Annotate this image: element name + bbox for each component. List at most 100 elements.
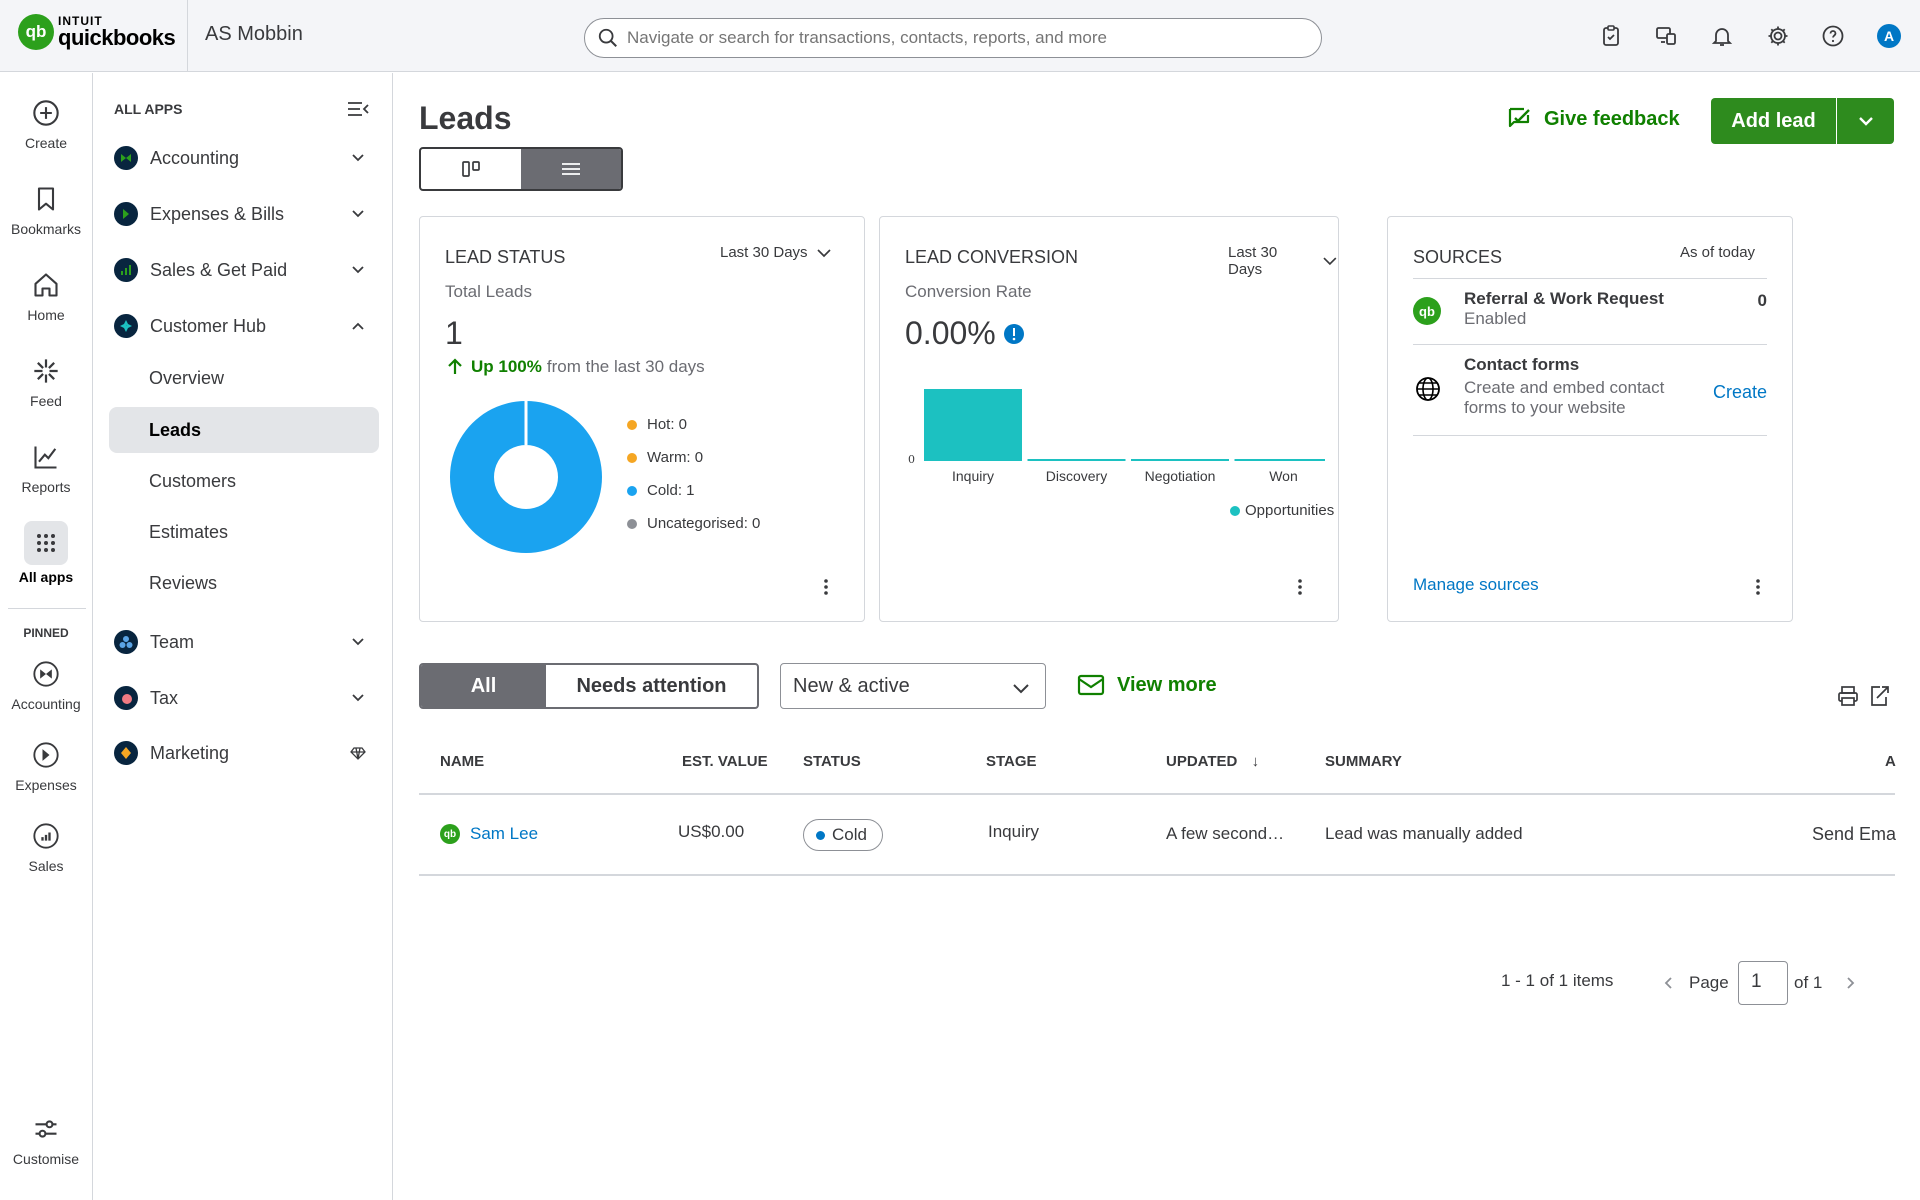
lead-conversion-range-dropdown[interactable]: Last 30 Days bbox=[1228, 244, 1338, 278]
lead-status-range-label: Last 30 Days bbox=[720, 244, 808, 261]
global-search[interactable] bbox=[584, 18, 1322, 58]
give-feedback-label: Give feedback bbox=[1544, 107, 1680, 130]
icon-rail: Create Bookmarks Home Feed Reports All a… bbox=[0, 73, 93, 1200]
rail-bookmarks[interactable]: Bookmarks bbox=[0, 183, 92, 237]
nav-app-customer-hub[interactable]: Customer Hub bbox=[114, 306, 374, 346]
search-input[interactable] bbox=[627, 28, 1267, 48]
list-icon bbox=[562, 163, 580, 175]
nav-sub-customers[interactable]: Customers bbox=[109, 458, 379, 504]
manage-sources-link[interactable]: Manage sources bbox=[1413, 575, 1539, 595]
rail-pinned-expenses[interactable]: Expenses bbox=[0, 739, 92, 793]
apps-switch-icon[interactable] bbox=[1652, 22, 1680, 50]
all-apps-heading: ALL APPS bbox=[114, 101, 183, 117]
clipboard-icon[interactable] bbox=[1597, 22, 1625, 50]
y-axis-tick-zero: 0 bbox=[908, 453, 915, 466]
rail-customise[interactable]: Customise bbox=[0, 1113, 92, 1167]
chevron-right-icon[interactable] bbox=[1843, 976, 1857, 990]
nav-app-accounting[interactable]: Accounting bbox=[114, 138, 374, 178]
chevron-down-icon bbox=[352, 154, 364, 162]
status-filter-select[interactable]: New & active bbox=[780, 663, 1046, 709]
bell-icon[interactable] bbox=[1708, 22, 1736, 50]
qb-logo-icon: qb bbox=[1413, 297, 1441, 325]
logo-product-text: quickbooks bbox=[58, 25, 176, 50]
lead-status-range-dropdown[interactable]: Last 30 Days bbox=[720, 244, 832, 261]
bar-negotiation[interactable] bbox=[1131, 459, 1229, 461]
column-header-name[interactable]: NAME bbox=[440, 753, 484, 770]
rail-home[interactable]: Home bbox=[0, 269, 92, 323]
nav-app-label: Accounting bbox=[150, 147, 240, 168]
export-icon[interactable] bbox=[1868, 685, 1890, 707]
tab-all[interactable]: All bbox=[421, 665, 546, 707]
kanban-view-button[interactable] bbox=[421, 149, 521, 189]
nav-sub-overview[interactable]: Overview bbox=[109, 355, 379, 401]
more-options-icon[interactable] bbox=[823, 578, 829, 596]
view-toggle bbox=[419, 147, 623, 191]
tab-needs-attention[interactable]: Needs attention bbox=[546, 665, 757, 707]
column-header-updated[interactable]: UPDATED ↓ bbox=[1166, 753, 1259, 770]
chevron-down-icon bbox=[352, 694, 364, 702]
send-email-link[interactable]: Send Ema bbox=[1812, 824, 1896, 845]
give-feedback-link[interactable]: Give feedback bbox=[1506, 105, 1680, 133]
home-icon bbox=[34, 273, 58, 297]
total-leads-value: 1 bbox=[445, 315, 463, 351]
chevron-up-icon bbox=[352, 322, 364, 330]
page-number-input[interactable]: 1 bbox=[1738, 961, 1788, 1005]
nav-sub-estimates[interactable]: Estimates bbox=[109, 509, 379, 555]
add-lead-button[interactable]: Add lead bbox=[1711, 98, 1837, 144]
add-lead-menu-button[interactable] bbox=[1837, 98, 1894, 144]
bar-won[interactable] bbox=[1234, 459, 1326, 461]
qb-logo-icon: qb bbox=[18, 14, 54, 50]
collapse-panel-icon[interactable] bbox=[347, 100, 369, 118]
list-view-button[interactable] bbox=[521, 149, 621, 189]
print-icon[interactable] bbox=[1837, 685, 1859, 707]
rail-bookmarks-label: Bookmarks bbox=[10, 221, 82, 237]
nav-app-label: Team bbox=[150, 631, 195, 652]
more-options-icon[interactable] bbox=[1755, 578, 1761, 596]
legend-uncategorised-label: Uncategorised: 0 bbox=[647, 515, 761, 532]
rail-feed[interactable]: Feed bbox=[0, 355, 92, 409]
more-options-icon[interactable] bbox=[1297, 578, 1303, 596]
accounting-icon bbox=[33, 661, 59, 687]
info-icon[interactable] bbox=[1003, 323, 1024, 344]
nav-app-label: Marketing bbox=[150, 742, 230, 763]
source-row-referral: qb Referral & Work Request Enabled 0 bbox=[1413, 278, 1767, 344]
legend-dot bbox=[627, 518, 637, 529]
page-total: of 1 bbox=[1794, 973, 1823, 992]
rail-all-apps[interactable]: All apps bbox=[0, 521, 92, 585]
gear-icon[interactable] bbox=[1764, 22, 1792, 50]
lead-name-cell: qb Sam Lee bbox=[440, 824, 538, 844]
rail-pinned-accounting[interactable]: Accounting bbox=[0, 658, 92, 712]
column-header-stage[interactable]: STAGE bbox=[986, 753, 1037, 770]
company-name[interactable]: AS Mobbin bbox=[205, 23, 303, 46]
column-header-summary[interactable]: SUMMARY bbox=[1325, 753, 1402, 770]
bar-discovery[interactable] bbox=[1027, 459, 1126, 461]
column-header-est-value[interactable]: EST. VALUE bbox=[682, 753, 768, 770]
conversion-rate-value: 0.00% bbox=[905, 315, 996, 351]
qb-logo-icon: qb bbox=[440, 824, 460, 844]
create-contact-form-link[interactable]: Create bbox=[1713, 382, 1767, 403]
rail-reports[interactable]: Reports bbox=[0, 441, 92, 495]
column-header-actions[interactable]: A bbox=[1885, 753, 1896, 770]
tax-app-icon bbox=[114, 686, 138, 710]
nav-sub-reviews[interactable]: Reviews bbox=[109, 560, 379, 606]
legend-dot bbox=[627, 419, 637, 430]
nav-app-expenses-bills[interactable]: Expenses & Bills bbox=[114, 194, 374, 234]
rail-create[interactable]: Create bbox=[0, 97, 92, 151]
column-header-status[interactable]: STATUS bbox=[803, 753, 861, 770]
view-more-link[interactable]: View more bbox=[1077, 671, 1217, 699]
rail-pinned-sales[interactable]: Sales bbox=[0, 820, 92, 874]
nav-sub-leads[interactable]: Leads bbox=[109, 407, 379, 453]
feedback-icon bbox=[1508, 107, 1530, 128]
user-avatar[interactable]: A bbox=[1877, 24, 1901, 48]
bar-inquiry[interactable] bbox=[924, 389, 1022, 461]
chevron-left-icon[interactable] bbox=[1662, 976, 1676, 990]
nav-app-sales-get-paid[interactable]: Sales & Get Paid bbox=[114, 250, 374, 290]
lead-name-link[interactable]: Sam Lee bbox=[470, 824, 538, 844]
quickbooks-logo[interactable]: qb INTUIT quickbooks bbox=[18, 14, 176, 50]
nav-app-marketing[interactable]: Marketing bbox=[114, 733, 374, 773]
help-icon[interactable] bbox=[1819, 22, 1847, 50]
nav-app-team[interactable]: Team bbox=[114, 622, 374, 662]
chevron-down-icon bbox=[352, 210, 364, 218]
nav-app-tax[interactable]: Tax bbox=[114, 678, 374, 718]
rail-create-label: Create bbox=[24, 135, 68, 151]
